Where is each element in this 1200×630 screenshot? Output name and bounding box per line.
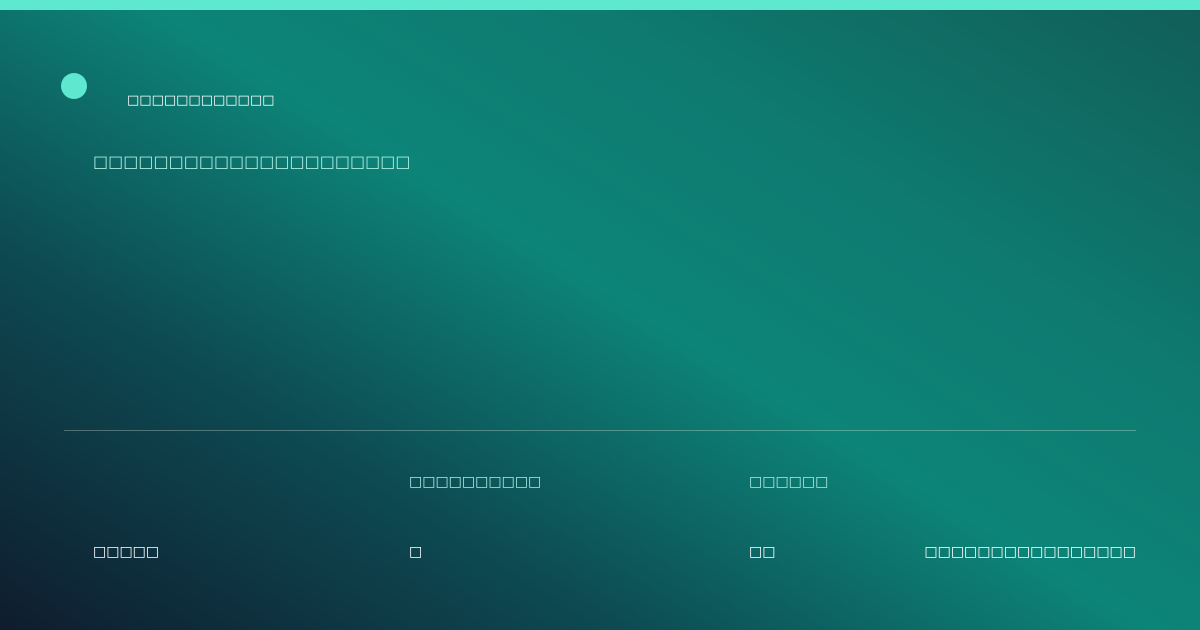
brand-dot-icon bbox=[61, 73, 87, 99]
meta-value-2: □ bbox=[409, 544, 423, 560]
section-divider bbox=[64, 430, 1136, 431]
share-card: □□□□□□□□□□□□ □□□□□□□□□□□□□□□□□□□□□ □□□□□… bbox=[0, 0, 1200, 630]
meta-value-3: □□ bbox=[749, 544, 776, 560]
meta-value-1: □□□□□ bbox=[93, 544, 160, 560]
meta-label-2: □□□□□□□□□□ bbox=[409, 474, 542, 490]
headline-text: □□□□□□□□□□□□□□□□□□□□□ bbox=[93, 152, 411, 171]
accent-top-bar bbox=[0, 0, 1200, 10]
meta-label-3: □□□□□□ bbox=[749, 474, 829, 490]
brand-name: □□□□□□□□□□□□ bbox=[127, 93, 275, 108]
meta-value-4: □□□□□□□□□□□□□□□□ bbox=[924, 544, 1136, 560]
